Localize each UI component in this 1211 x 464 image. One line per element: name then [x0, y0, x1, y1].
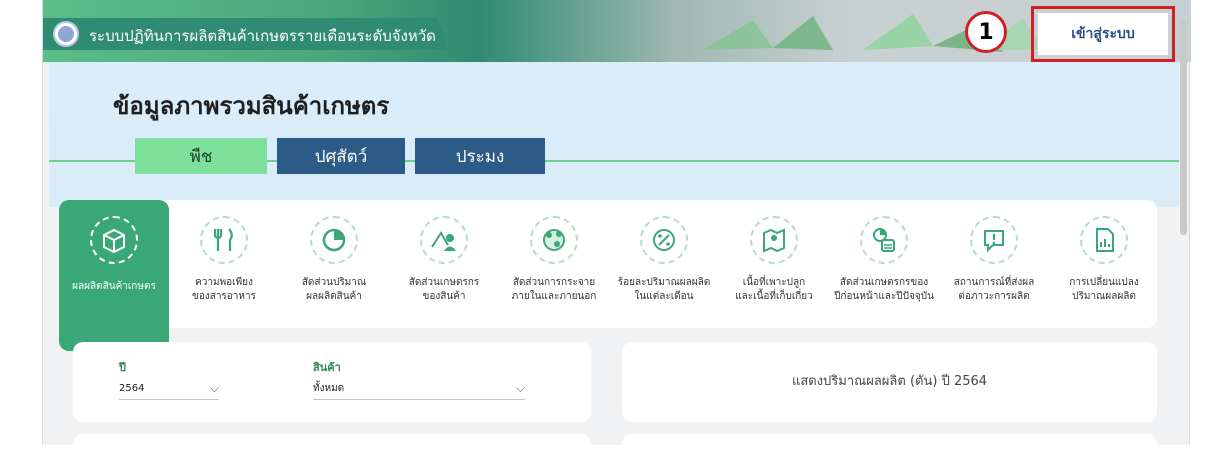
- menu-item-distribution[interactable]: สัดส่วนการกระจาย ภายในและภายนอก: [499, 200, 609, 328]
- tab-fishery[interactable]: ประมง: [415, 138, 545, 174]
- page-title: ข้อมูลภาพรวมสินค้าเกษตร: [113, 92, 390, 120]
- menu-item-label: สัดส่วนเกษตรกร ของสินค้า: [408, 277, 480, 302]
- menu-item-planted-area[interactable]: เนื้อที่เพาะปลูก และเนื้อที่เก็บเกี่ยว: [719, 200, 829, 328]
- product-select-value: ทั้งหมด: [313, 383, 345, 394]
- menu-item-farmer-share[interactable]: สัดส่วนเกษตรกร ของสินค้า: [389, 200, 499, 328]
- menu-item-product-share[interactable]: สัดส่วนปริมาณ ผลผลิตสินค้า: [279, 200, 389, 328]
- chevron-down-icon: ⌵: [515, 381, 525, 395]
- menu-item-label: สัดส่วนปริมาณ ผลผลิตสินค้า: [301, 277, 367, 302]
- alert-message-icon: [970, 216, 1018, 264]
- top-bar: ระบบปฏิทินการผลิตสินค้าเกษตรรายเดือนระดั…: [43, 0, 1191, 62]
- filter-panel: ปี 2564 ⌵ สินค้า ทั้งหมด ⌵: [73, 342, 591, 422]
- chart-panel-left: [73, 434, 591, 464]
- percent-icon: [640, 216, 688, 264]
- menu-item-label: ความพอเพียง ของสารอาหาร: [191, 277, 256, 302]
- browser-viewport: ระบบปฏิทินการผลิตสินค้าเกษตรรายเดือนระดั…: [42, 0, 1191, 464]
- product-select[interactable]: ทั้งหมด ⌵: [313, 378, 525, 400]
- menu-item-label: สัดส่วนการกระจาย ภายในและภายนอก: [511, 277, 597, 302]
- page-scrollbar[interactable]: [1180, 20, 1187, 235]
- site-title[interactable]: ระบบปฏิทินการผลิตสินค้าเกษตรรายเดือนระดั…: [89, 24, 436, 48]
- menu-item-production[interactable]: ผลผลิตสินค้าเกษตร: [59, 200, 169, 351]
- tab-crop[interactable]: พืช: [135, 138, 267, 174]
- calendar-chart-icon: [860, 216, 908, 264]
- menu-item-label: การเปลี่ยนแปลง ปริมาณผลผลิต: [1069, 277, 1139, 302]
- menu-item-production-change[interactable]: การเปลี่ยนแปลง ปริมาณผลผลิต: [1049, 200, 1159, 328]
- menu-item-situation[interactable]: สถานการณ์ที่ส่งผล ต่อภาวะการผลิต: [939, 200, 1049, 328]
- pie-chart-icon: [310, 216, 358, 264]
- document-chart-icon: [1080, 216, 1128, 264]
- map-icon: [750, 216, 798, 264]
- globe-icon: [530, 216, 578, 264]
- step-callout-badge: 1: [965, 11, 1007, 53]
- box-icon: [90, 216, 138, 264]
- site-logo-icon[interactable]: [53, 21, 79, 47]
- chevron-down-icon: ⌵: [209, 381, 219, 395]
- year-label: ปี: [119, 361, 126, 374]
- menu-item-label: ผลผลิตสินค้าเกษตร: [72, 281, 156, 292]
- farmer-icon: [420, 216, 468, 264]
- menu-item-label: สัดส่วนเกษตรกรของ ปีก่อนหน้าและปีปัจจุบั…: [834, 277, 934, 302]
- year-select[interactable]: 2564 ⌵: [119, 378, 219, 400]
- menu-strip: ผลผลิตสินค้าเกษตร ความพอเพียง ของสารอาหา…: [59, 200, 1159, 351]
- menu-item-label: เนื้อที่เพาะปลูก และเนื้อที่เก็บเกี่ยว: [735, 277, 813, 302]
- hero-section: ข้อมูลภาพรวมสินค้าเกษตร พืช ปศุสัตว์ ประ…: [49, 62, 1179, 207]
- year-select-value: 2564: [119, 383, 145, 394]
- cutlery-icon: [200, 216, 248, 264]
- menu-item-label: สถานการณ์ที่ส่งผล ต่อภาวะการผลิต: [953, 277, 1035, 302]
- tab-livestock[interactable]: ปศุสัตว์: [277, 138, 405, 174]
- menu-item-label: ร้อยละปริมาณผลผลิต ในแต่ละเดือน: [617, 277, 711, 302]
- chart-panel-right: [622, 434, 1157, 464]
- menu-item-farmer-yearly[interactable]: สัดส่วนเกษตรกรของ ปีก่อนหน้าและปีปัจจุบั…: [829, 200, 939, 328]
- summary-panel: แสดงปริมาณผลผลิต (ตัน) ปี 2564: [622, 342, 1157, 422]
- summary-text: แสดงปริมาณผลผลิต (ตัน) ปี 2564: [791, 374, 988, 389]
- menu-item-nutrition[interactable]: ความพอเพียง ของสารอาหาร: [169, 200, 279, 328]
- menu-item-monthly-percent[interactable]: ร้อยละปริมาณผลผลิต ในแต่ละเดือน: [609, 200, 719, 328]
- product-label: สินค้า: [313, 361, 341, 374]
- login-button[interactable]: เข้าสู่ระบบ: [1037, 12, 1169, 56]
